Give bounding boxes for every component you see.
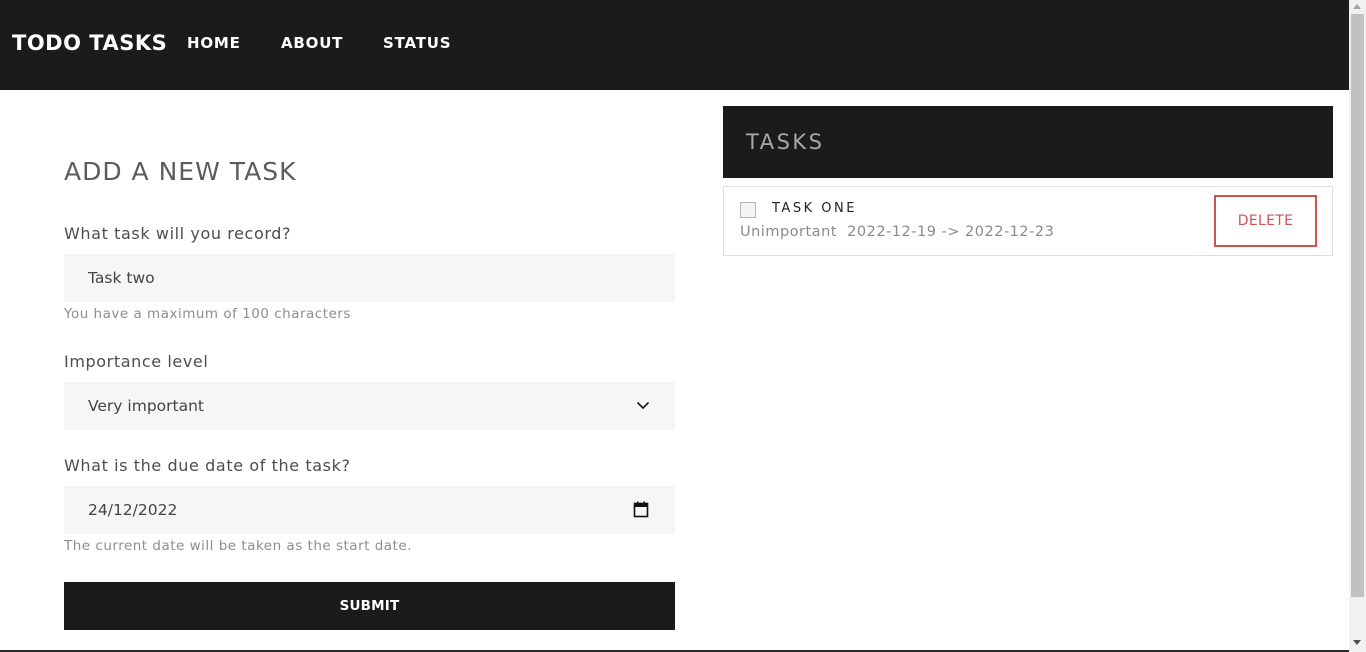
scroll-down-arrow-icon[interactable]	[1353, 640, 1361, 645]
chevron-down-icon	[637, 402, 649, 409]
importance-select-value: Very important	[88, 397, 204, 415]
delete-button[interactable]: DELETE	[1214, 195, 1317, 247]
navbar: TODO TASKS HOME ABOUT STATUS	[0, 0, 1349, 90]
tasks-title: TASKS	[746, 130, 825, 154]
due-date-input[interactable]: 24/12/2022	[64, 486, 675, 534]
scroll-up-arrow-icon[interactable]	[1353, 4, 1361, 9]
importance-label: Importance level	[64, 352, 209, 371]
task-checkbox[interactable]	[740, 202, 756, 218]
due-date-help-text: The current date will be taken as the st…	[64, 538, 412, 554]
nav-status-link[interactable]: STATUS	[383, 35, 451, 52]
task-importance: Unimportant	[740, 224, 837, 240]
tasks-header: TASKS	[723, 106, 1333, 178]
due-date-value: 24/12/2022	[88, 501, 178, 519]
brand-title[interactable]: TODO TASKS	[12, 31, 167, 55]
task-help-text: You have a maximum of 100 characters	[64, 306, 351, 322]
task-item: TASK ONE Unimportant 2022-12-19 -> 2022-…	[723, 186, 1333, 256]
form-title: ADD A NEW TASK	[64, 157, 297, 186]
task-date-range: 2022-12-19 -> 2022-12-23	[847, 224, 1055, 240]
importance-select[interactable]: Very important	[64, 382, 675, 430]
task-name: TASK ONE	[772, 201, 857, 216]
vertical-scrollbar[interactable]	[1349, 0, 1366, 652]
calendar-icon[interactable]	[633, 501, 649, 518]
page: TODO TASKS HOME ABOUT STATUS ADD A NEW T…	[0, 0, 1349, 652]
task-meta: Unimportant 2022-12-19 -> 2022-12-23	[740, 224, 1054, 241]
nav-home-link[interactable]: HOME	[187, 35, 241, 52]
task-label: What task will you record?	[64, 224, 292, 243]
task-input[interactable]: Task two	[64, 254, 675, 302]
submit-button[interactable]: SUBMIT	[64, 582, 675, 630]
due-date-label: What is the due date of the task?	[64, 456, 351, 475]
nav-about-link[interactable]: ABOUT	[281, 35, 343, 52]
scroll-thumb[interactable]	[1351, 14, 1364, 597]
task-input-value: Task two	[88, 269, 155, 287]
